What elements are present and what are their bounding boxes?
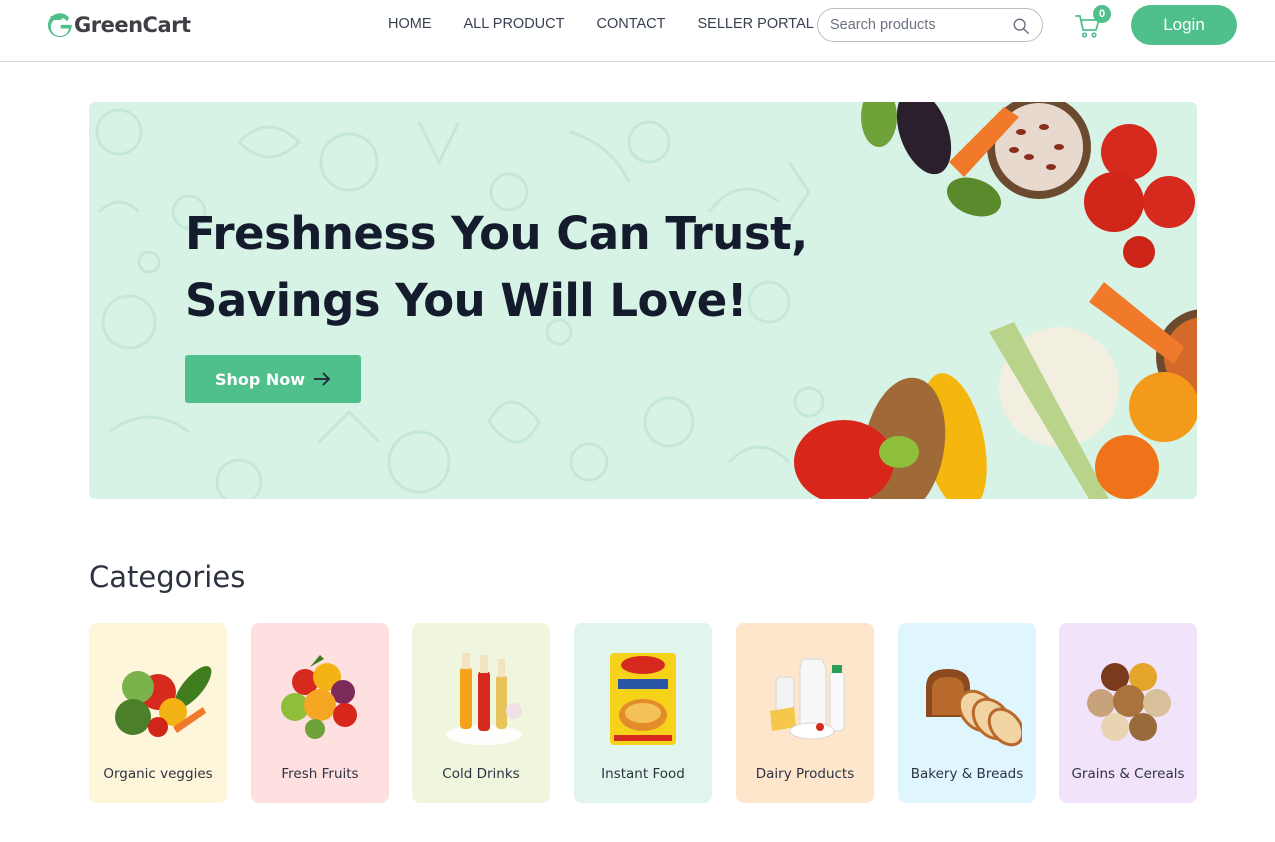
cart-count-badge: 0	[1093, 5, 1111, 23]
vegetables-image	[115, 666, 212, 737]
hero-title-line-1: Freshness You Can Trust,	[185, 207, 808, 260]
nav-link-seller-portal[interactable]: SELLER PORTAL	[698, 16, 814, 32]
category-card-cold-drinks[interactable]: Cold Drinks	[412, 623, 550, 803]
greencart-logo[interactable]: GreenCart	[47, 10, 191, 40]
category-label: Fresh Fruits	[281, 766, 359, 782]
drinks-image	[446, 653, 522, 745]
categories-heading: Categories	[89, 560, 246, 594]
instant-noodles-image	[610, 653, 676, 745]
shop-now-button[interactable]: Shop Now	[185, 355, 361, 403]
categories-list: Organic veggies Fresh Fruits Cold Drinks	[89, 623, 1197, 803]
category-label: Dairy Products	[755, 766, 855, 782]
category-label: Bakery & Breads	[910, 766, 1024, 782]
hero-title: Freshness You Can Trust, Savings You Wil…	[185, 200, 865, 334]
category-card-grains-cereals[interactable]: Grains & Cereals	[1059, 623, 1197, 803]
grains-image	[1087, 663, 1171, 741]
nav-links: HOME ALL PRODUCT CONTACT SELLER PORTAL	[388, 16, 814, 32]
bread-image	[926, 669, 1022, 747]
shop-now-label: Shop Now	[214, 369, 306, 389]
top-navbar: GreenCart HOME ALL PRODUCT CONTACT SELLE…	[0, 0, 1275, 62]
category-card-dairy-products[interactable]: Dairy Products	[736, 623, 874, 803]
login-button[interactable]: Login	[1131, 5, 1237, 45]
category-label: Cold Drinks	[442, 766, 520, 782]
arrow-right-icon	[314, 372, 331, 386]
dairy-image	[770, 658, 845, 740]
search-input[interactable]	[830, 17, 1010, 33]
category-card-instant-food[interactable]: Instant Food	[574, 623, 712, 803]
category-label: Instant Food	[601, 766, 685, 782]
nav-link-all-product[interactable]: ALL PRODUCT	[464, 16, 565, 32]
search-icon[interactable]	[1012, 17, 1030, 35]
hero-vegetables-image	[794, 102, 1197, 499]
hero-title-line-2: Savings You Will Love!	[185, 274, 747, 327]
nav-link-home[interactable]: HOME	[388, 16, 432, 32]
hero-banner: Freshness You Can Trust, Savings You Wil…	[89, 102, 1197, 499]
search-box	[817, 8, 1043, 42]
fruits-image	[281, 655, 357, 739]
category-label: Organic veggies	[103, 766, 213, 782]
logo-leaf-icon	[47, 10, 78, 40]
nav-link-contact[interactable]: CONTACT	[596, 16, 665, 32]
category-label: Grains & Cereals	[1071, 766, 1185, 782]
category-card-fresh-fruits[interactable]: Fresh Fruits	[251, 623, 389, 803]
brand-name: GreenCart	[74, 13, 191, 37]
category-card-organic-veggies[interactable]: Organic veggies	[89, 623, 227, 803]
category-card-bakery-breads[interactable]: Bakery & Breads	[898, 623, 1036, 803]
